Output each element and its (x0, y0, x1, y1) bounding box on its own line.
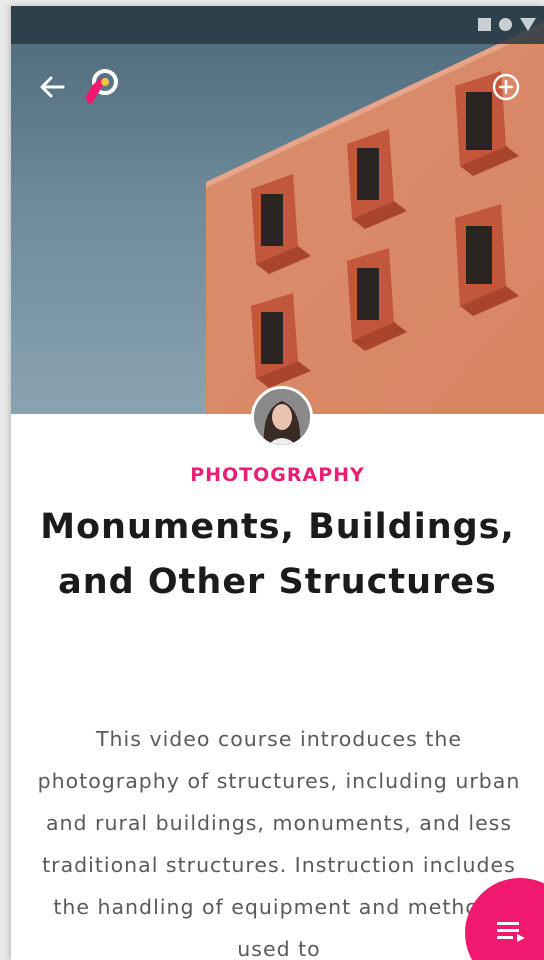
app-logo-icon (86, 69, 118, 104)
circle-icon (499, 18, 512, 31)
app-screen: PHOTOGRAPHY Monuments, Buildings, and Ot… (11, 6, 544, 960)
arrow-left-icon (40, 76, 65, 98)
status-bar (11, 6, 544, 44)
add-button[interactable] (491, 72, 521, 102)
back-button[interactable] (37, 72, 67, 102)
person-portrait (254, 389, 310, 445)
app-logo (83, 68, 119, 108)
course-description: This video course introduces the photogr… (37, 727, 521, 960)
plus-circle-icon (492, 73, 520, 101)
author-avatar[interactable] (251, 386, 313, 448)
triangle-icon (520, 18, 536, 31)
square-icon (478, 18, 491, 31)
status-icons (478, 18, 536, 31)
course-category[interactable]: PHOTOGRAPHY (11, 464, 544, 486)
course-title: Monuments, Buildings, and Other Structur… (40, 507, 515, 602)
playlist-icon (497, 922, 525, 942)
